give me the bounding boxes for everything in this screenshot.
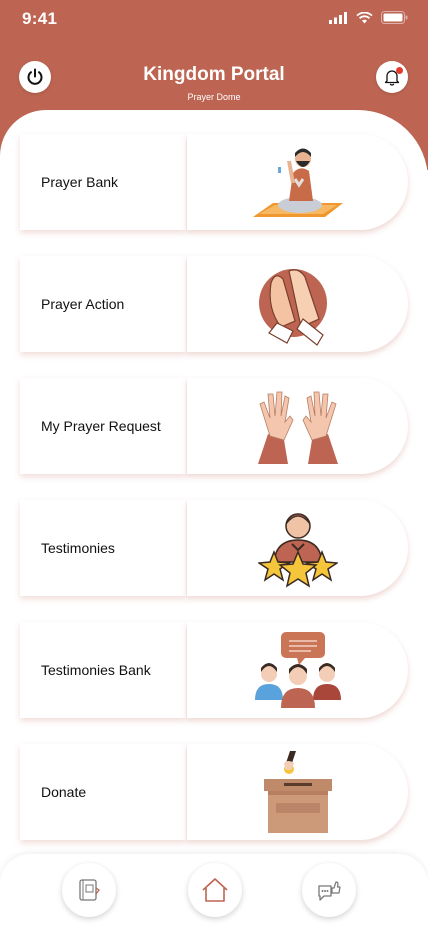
menu-card-image — [187, 134, 408, 230]
menu-card-label: My Prayer Request — [41, 418, 161, 434]
page-subtitle: Prayer Dome — [187, 92, 241, 102]
chat-thumbs-up-icon — [318, 881, 341, 901]
menu-card-prayer-bank[interactable]: Prayer Bank — [20, 134, 408, 230]
menu-card-label-box: Testimonies — [20, 500, 186, 596]
menu-card-donate[interactable]: Donate — [20, 744, 408, 840]
menu-card-label: Testimonies — [41, 540, 115, 556]
menu-card-label: Testimonies Bank — [41, 662, 151, 678]
menu-card-label-box: Testimonies Bank — [20, 622, 186, 718]
menu-card-label: Prayer Bank — [41, 174, 119, 190]
menu-card-label-box: Donate — [20, 744, 186, 840]
status-icons — [329, 11, 408, 24]
menu-card-prayer-action[interactable]: Prayer Action — [20, 256, 408, 352]
menu-card-label-box: My Prayer Request — [20, 378, 186, 474]
praying-hands-icon — [258, 269, 327, 346]
bottom-nav — [0, 854, 428, 926]
raised-hands-icon — [257, 391, 338, 464]
feedback-nav-button[interactable] — [302, 863, 356, 917]
praying-man-icon — [252, 148, 343, 217]
home-icon — [202, 878, 228, 902]
menu-card-image — [187, 378, 408, 474]
menu-card-label-box: Prayer Action — [20, 256, 186, 352]
battery-icon — [381, 11, 408, 24]
group-chat-icon — [254, 632, 341, 708]
bible-nav-button[interactable] — [62, 863, 116, 917]
menu-card-label: Prayer Action — [41, 296, 125, 312]
page-title: Kingdom Portal — [143, 64, 285, 85]
menu-card-label: Donate — [41, 784, 87, 800]
notification-dot — [396, 67, 403, 74]
donation-box-icon — [263, 751, 332, 833]
status-time: 9:41 — [22, 9, 58, 28]
notification-button[interactable] — [376, 61, 408, 93]
menu-card-image — [187, 744, 408, 840]
bible-icon — [79, 879, 100, 901]
menu-card-testimonies-bank[interactable]: Testimonies Bank — [20, 622, 408, 718]
home-nav-button[interactable] — [188, 863, 242, 917]
menu-card-label-box: Prayer Bank — [20, 134, 186, 230]
wifi-icon — [356, 11, 373, 23]
menu-card-image — [187, 256, 408, 352]
person-stars-icon — [257, 513, 338, 588]
menu-card-image — [187, 500, 408, 596]
menu-card-image — [187, 622, 408, 718]
menu-card-my-prayer-request[interactable]: My Prayer Request — [20, 378, 408, 474]
menu-card-testimonies[interactable]: Testimonies — [20, 500, 408, 596]
status-bar: 9:41 — [0, 0, 428, 40]
signal-icon — [329, 11, 347, 24]
